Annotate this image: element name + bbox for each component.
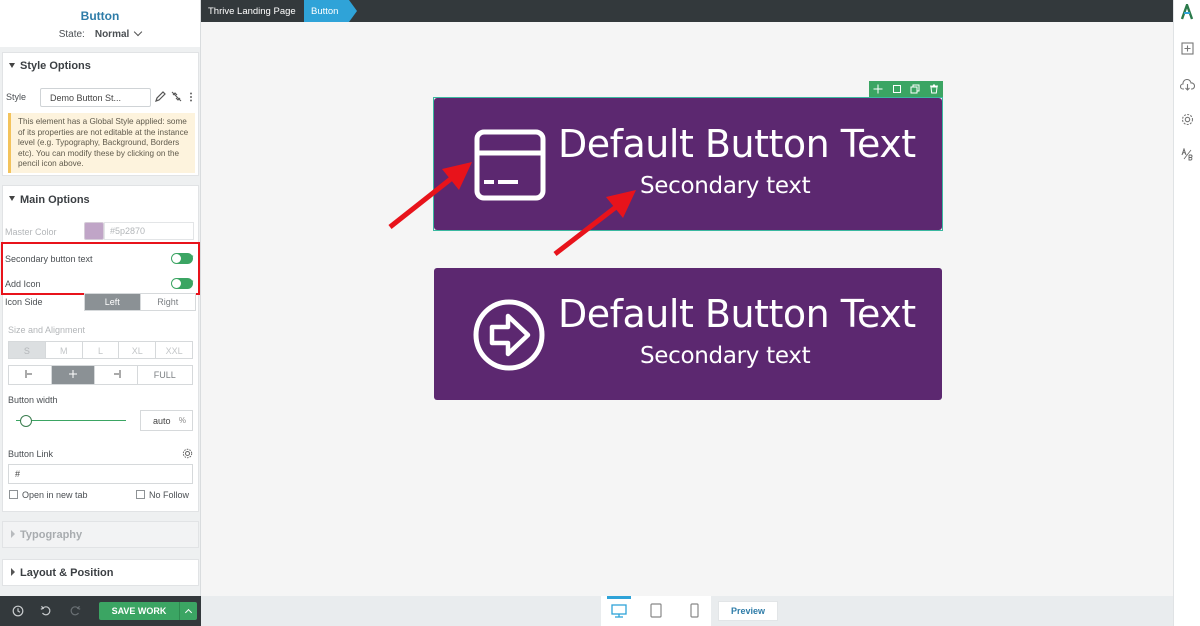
save-template-icon[interactable]: [892, 84, 902, 94]
style-label: Style: [6, 92, 27, 102]
size-l[interactable]: L: [83, 342, 120, 358]
state-selector[interactable]: State: Normal: [0, 27, 200, 40]
caret-right-icon: [11, 530, 15, 538]
alignment-selector: FULL: [8, 365, 193, 385]
size-xl[interactable]: XL: [119, 342, 157, 358]
global-style-select[interactable]: Demo Button St...: [40, 88, 151, 107]
cloud-download-icon[interactable]: [1180, 79, 1195, 91]
move-icon[interactable]: [873, 84, 883, 94]
style-options-body: Style Demo Button St... This element has…: [3, 79, 198, 177]
style-options-panel: Style Options Style Demo Button St... Th…: [2, 52, 199, 176]
thrive-logo-icon: [1180, 4, 1194, 20]
align-center-button[interactable]: [51, 366, 95, 384]
button-width-label: Button width: [8, 395, 58, 405]
size-alignment-label: Size and Alignment: [8, 325, 86, 335]
caret-down-icon: [9, 63, 15, 68]
style-options-heading: Style Options: [20, 60, 91, 72]
history-icon[interactable]: [12, 605, 24, 617]
undo-icon[interactable]: [40, 605, 52, 617]
left-sidebar: Button State: Normal Style Options Style …: [0, 0, 201, 626]
highlight-box: [1, 242, 200, 295]
button-secondary-text: Secondary text: [640, 343, 811, 369]
open-new-tab-label: Open in new tab: [22, 490, 88, 500]
pencil-icon[interactable]: [155, 91, 166, 102]
size-m[interactable]: M: [46, 342, 83, 358]
master-color-label: Master Color: [5, 227, 57, 237]
button-link-label: Button Link: [8, 449, 54, 459]
device-switcher: [601, 596, 711, 626]
open-new-tab-checkbox[interactable]: [9, 490, 18, 499]
caret-right-icon: [11, 568, 15, 576]
gear-icon[interactable]: [182, 448, 193, 459]
unlink-icon[interactable]: [171, 91, 182, 102]
size-selector: S M L XL XXL: [8, 341, 193, 359]
align-left-icon: [25, 370, 32, 378]
breadcrumb-item-button[interactable]: Button: [304, 0, 357, 22]
selection-outline: [433, 97, 943, 231]
annotation-arrow-icon: [388, 162, 472, 229]
sidebar-header: Button State: Normal: [0, 0, 200, 47]
arrow-circle-right-icon: [473, 299, 545, 371]
global-style-notice: This element has a Global Style applied:…: [8, 113, 195, 173]
state-label: State:: [58, 29, 85, 40]
add-element-icon[interactable]: [1181, 42, 1194, 55]
size-xxl[interactable]: XXL: [156, 342, 192, 358]
style-options-header[interactable]: Style Options: [3, 53, 198, 79]
desktop-icon[interactable]: [611, 604, 627, 618]
align-left-button[interactable]: [9, 366, 52, 384]
icon-side-right[interactable]: Right: [141, 294, 196, 310]
no-follow-label: No Follow: [149, 490, 190, 500]
button-width-value: auto: [153, 416, 171, 426]
layout-position-panel[interactable]: Layout & Position: [2, 559, 199, 586]
delete-icon[interactable]: [929, 84, 939, 94]
align-right-icon: [113, 370, 121, 378]
size-s[interactable]: S: [9, 342, 46, 358]
right-toolbar: [1173, 0, 1200, 626]
preview-button[interactable]: Preview: [718, 601, 778, 621]
align-right-button[interactable]: [95, 366, 138, 384]
duplicate-icon[interactable]: [910, 84, 920, 94]
redo-icon[interactable]: [69, 605, 81, 617]
annotation-arrow-icon: [553, 190, 636, 256]
icon-side-label: Icon Side: [5, 297, 43, 307]
button-main-text: Default Button Text: [558, 292, 916, 336]
ab-test-icon[interactable]: [1181, 148, 1194, 161]
master-color-swatch[interactable]: [84, 222, 104, 240]
icon-side-left[interactable]: Left: [85, 294, 141, 310]
layout-position-header[interactable]: Layout & Position: [3, 560, 198, 586]
main-options-header[interactable]: Main Options: [3, 186, 198, 212]
button-link-input[interactable]: #: [8, 464, 193, 484]
active-device-indicator: [607, 596, 631, 599]
element-toolbar: [869, 81, 943, 97]
button-width-input[interactable]: auto %: [140, 410, 193, 431]
main-options-heading: Main Options: [20, 194, 90, 206]
state-value: Normal: [94, 29, 130, 40]
layout-position-heading: Layout & Position: [20, 567, 114, 579]
caret-down-icon: [9, 196, 15, 201]
mobile-icon[interactable]: [690, 603, 699, 618]
button-width-unit: %: [178, 416, 186, 425]
save-options-dropdown[interactable]: [179, 602, 197, 620]
settings-icon[interactable]: [1181, 113, 1194, 126]
sidebar-title: Button: [80, 9, 120, 23]
more-options-icon[interactable]: [189, 92, 193, 102]
icon-side-toggle: Left Right: [84, 293, 196, 311]
typography-header[interactable]: Typography: [3, 522, 198, 548]
button-width-slider-handle[interactable]: [20, 415, 32, 427]
button-width-slider-track[interactable]: [16, 420, 126, 421]
save-work-button[interactable]: SAVE WORK: [99, 602, 179, 620]
canvas-button-secondary[interactable]: Default Button Text Secondary text: [434, 268, 942, 400]
align-center-icon: [68, 370, 77, 378]
typography-heading: Typography: [20, 529, 83, 541]
breadcrumb-item-page[interactable]: Thrive Landing Page: [208, 6, 296, 17]
align-full-button[interactable]: FULL: [138, 366, 192, 384]
no-follow-checkbox[interactable]: [136, 490, 145, 499]
chevron-down-icon: [134, 27, 143, 37]
master-color-hex-field[interactable]: #5p2870: [104, 222, 194, 240]
typography-panel[interactable]: Typography: [2, 521, 199, 548]
tablet-icon[interactable]: [650, 603, 662, 618]
